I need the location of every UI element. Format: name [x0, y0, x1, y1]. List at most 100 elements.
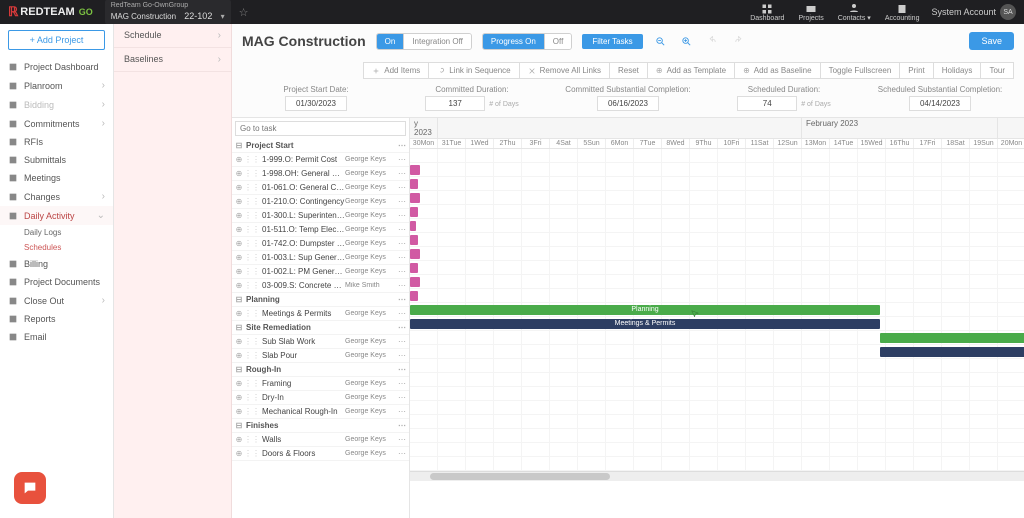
- nav-projects[interactable]: Projects: [798, 3, 823, 22]
- nav-changes[interactable]: Changes: [0, 187, 113, 206]
- gantt-row[interactable]: [410, 247, 1024, 261]
- expand-icon[interactable]: ⊕: [234, 407, 244, 416]
- task-row[interactable]: ⊕⋮⋮01-061.O: General CostsGeorge Keys⋯: [232, 181, 409, 195]
- gantt-bar[interactable]: [410, 277, 420, 287]
- tb-reset[interactable]: Reset: [609, 62, 648, 79]
- collapse-icon[interactable]: ⊟: [234, 421, 244, 430]
- tb-remove-links[interactable]: Remove All Links: [519, 62, 610, 79]
- gantt-bar[interactable]: Sub Slab Wo: [880, 347, 1024, 357]
- task-row[interactable]: ⊕⋮⋮01-003.L: Sup General CostGeorge Keys…: [232, 251, 409, 265]
- system-account[interactable]: System Account SA: [931, 4, 1016, 20]
- expand-icon[interactable]: ⊕: [234, 393, 244, 402]
- expand-icon[interactable]: ⊕: [234, 267, 244, 276]
- gantt-bar[interactable]: [410, 263, 418, 273]
- expand-icon[interactable]: ⊕: [234, 379, 244, 388]
- nav-contacts[interactable]: Contacts ▾: [838, 2, 871, 22]
- more-icon[interactable]: ⋯: [397, 253, 407, 262]
- more-icon[interactable]: ⋯: [397, 267, 407, 276]
- expand-icon[interactable]: ⊕: [234, 281, 244, 290]
- nav-billing[interactable]: Billing: [0, 255, 113, 273]
- gantt-bar[interactable]: Planning: [410, 305, 880, 315]
- gantt-chart[interactable]: y 2023February 2023 30Mon31Tue1Wed2Thu3F…: [410, 118, 1024, 518]
- more-icon[interactable]: ⋯: [397, 365, 407, 374]
- drag-handle-icon[interactable]: ⋮⋮: [244, 393, 252, 402]
- horizontal-scrollbar[interactable]: [410, 471, 1024, 481]
- more-icon[interactable]: ⋯: [397, 449, 407, 458]
- drag-handle-icon[interactable]: ⋮⋮: [244, 169, 252, 178]
- collapse-icon[interactable]: ⊟: [234, 365, 244, 374]
- expand-icon[interactable]: ⊕: [234, 211, 244, 220]
- more-icon[interactable]: ⋯: [397, 225, 407, 234]
- nav-dashboard[interactable]: Dashboard: [750, 3, 784, 22]
- add-project-button[interactable]: + Add Project: [8, 30, 105, 50]
- expand-icon[interactable]: ⊕: [234, 225, 244, 234]
- gantt-bar[interactable]: [410, 165, 420, 175]
- tb-fullscreen[interactable]: Toggle Fullscreen: [820, 62, 901, 79]
- more-icon[interactable]: ⋯: [397, 421, 407, 430]
- task-row[interactable]: ⊕⋮⋮Doors & FloorsGeorge Keys⋯: [232, 447, 409, 461]
- tb-add-items[interactable]: Add Items: [363, 62, 429, 79]
- drag-handle-icon[interactable]: ⋮⋮: [244, 407, 252, 416]
- expand-icon[interactable]: ⊕: [234, 155, 244, 164]
- gantt-row[interactable]: [410, 177, 1024, 191]
- gantt-row[interactable]: [410, 331, 1024, 345]
- expand-icon[interactable]: ⊕: [234, 239, 244, 248]
- gantt-row[interactable]: Planning: [410, 303, 1024, 317]
- expand-icon[interactable]: ⊕: [234, 169, 244, 178]
- nav-bidding[interactable]: Bidding: [0, 95, 113, 114]
- more-icon[interactable]: ⋯: [397, 295, 407, 304]
- nav-sub-daily-logs[interactable]: Daily Logs: [0, 225, 113, 240]
- gantt-row[interactable]: [410, 289, 1024, 303]
- drag-handle-icon[interactable]: ⋮⋮: [244, 379, 252, 388]
- gantt-row[interactable]: Sub Slab Wo: [410, 345, 1024, 359]
- gantt-bar[interactable]: [410, 249, 420, 259]
- more-icon[interactable]: ⋯: [397, 351, 407, 360]
- nav-commitments[interactable]: Commitments: [0, 114, 113, 133]
- redo-icon[interactable]: [731, 33, 747, 49]
- collapse-icon[interactable]: ⊟: [234, 295, 244, 304]
- task-row[interactable]: ⊕⋮⋮Mechanical Rough-InGeorge Keys⋯: [232, 405, 409, 419]
- drag-handle-icon[interactable]: ⋮⋮: [244, 435, 252, 444]
- task-row[interactable]: ⊕⋮⋮Dry-InGeorge Keys⋯: [232, 391, 409, 405]
- more-icon[interactable]: ⋯: [397, 281, 407, 290]
- drag-handle-icon[interactable]: ⋮⋮: [244, 183, 252, 192]
- more-icon[interactable]: ⋯: [397, 197, 407, 206]
- expand-icon[interactable]: ⊕: [234, 309, 244, 318]
- more-icon[interactable]: ⋯: [397, 435, 407, 444]
- gantt-bar[interactable]: [410, 221, 416, 231]
- tb-print[interactable]: Print: [899, 62, 933, 79]
- task-row[interactable]: ⊟Planning⋯: [232, 293, 409, 307]
- scrollbar-thumb[interactable]: [430, 473, 610, 480]
- tb-holidays[interactable]: Holidays: [933, 62, 982, 79]
- gantt-row[interactable]: [410, 401, 1024, 415]
- drag-handle-icon[interactable]: ⋮⋮: [244, 337, 252, 346]
- drag-handle-icon[interactable]: ⋮⋮: [244, 309, 252, 318]
- expand-icon[interactable]: ⊕: [234, 253, 244, 262]
- task-row[interactable]: ⊕⋮⋮01-742.O: Dumpster RentalGeorge Keys⋯: [232, 237, 409, 251]
- expand-icon[interactable]: ⊕: [234, 449, 244, 458]
- zoom-out-icon[interactable]: [653, 33, 669, 49]
- task-row[interactable]: ⊕⋮⋮03-009.S: Concrete PumpingMike Smith⋯: [232, 279, 409, 293]
- more-icon[interactable]: ⋯: [397, 323, 407, 332]
- gantt-bar[interactable]: [880, 333, 1024, 343]
- task-row[interactable]: ⊟Site Remediation⋯: [232, 321, 409, 335]
- sidebar-baselines[interactable]: Baselines: [114, 48, 231, 72]
- task-row[interactable]: ⊕⋮⋮WallsGeorge Keys⋯: [232, 433, 409, 447]
- drag-handle-icon[interactable]: ⋮⋮: [244, 155, 252, 164]
- task-row[interactable]: ⊕⋮⋮01-300.L: SuperintendentGeorge Keys⋯: [232, 209, 409, 223]
- nav-daily-activity[interactable]: Daily Activity: [0, 206, 113, 225]
- more-icon[interactable]: ⋯: [397, 393, 407, 402]
- gantt-row[interactable]: [410, 219, 1024, 233]
- filter-tasks-button[interactable]: Filter Tasks: [582, 34, 642, 49]
- drag-handle-icon[interactable]: ⋮⋮: [244, 253, 252, 262]
- more-icon[interactable]: ⋯: [397, 141, 407, 150]
- sidebar-schedule[interactable]: Schedule: [114, 24, 231, 48]
- gantt-row[interactable]: [410, 275, 1024, 289]
- gantt-bar[interactable]: [410, 291, 418, 301]
- nav-reports[interactable]: Reports: [0, 310, 113, 328]
- nav-rfis[interactable]: RFIs: [0, 133, 113, 151]
- more-icon[interactable]: ⋯: [397, 183, 407, 192]
- drag-handle-icon[interactable]: ⋮⋮: [244, 267, 252, 276]
- zoom-in-icon[interactable]: [679, 33, 695, 49]
- task-row[interactable]: ⊕⋮⋮Slab PourGeorge Keys⋯: [232, 349, 409, 363]
